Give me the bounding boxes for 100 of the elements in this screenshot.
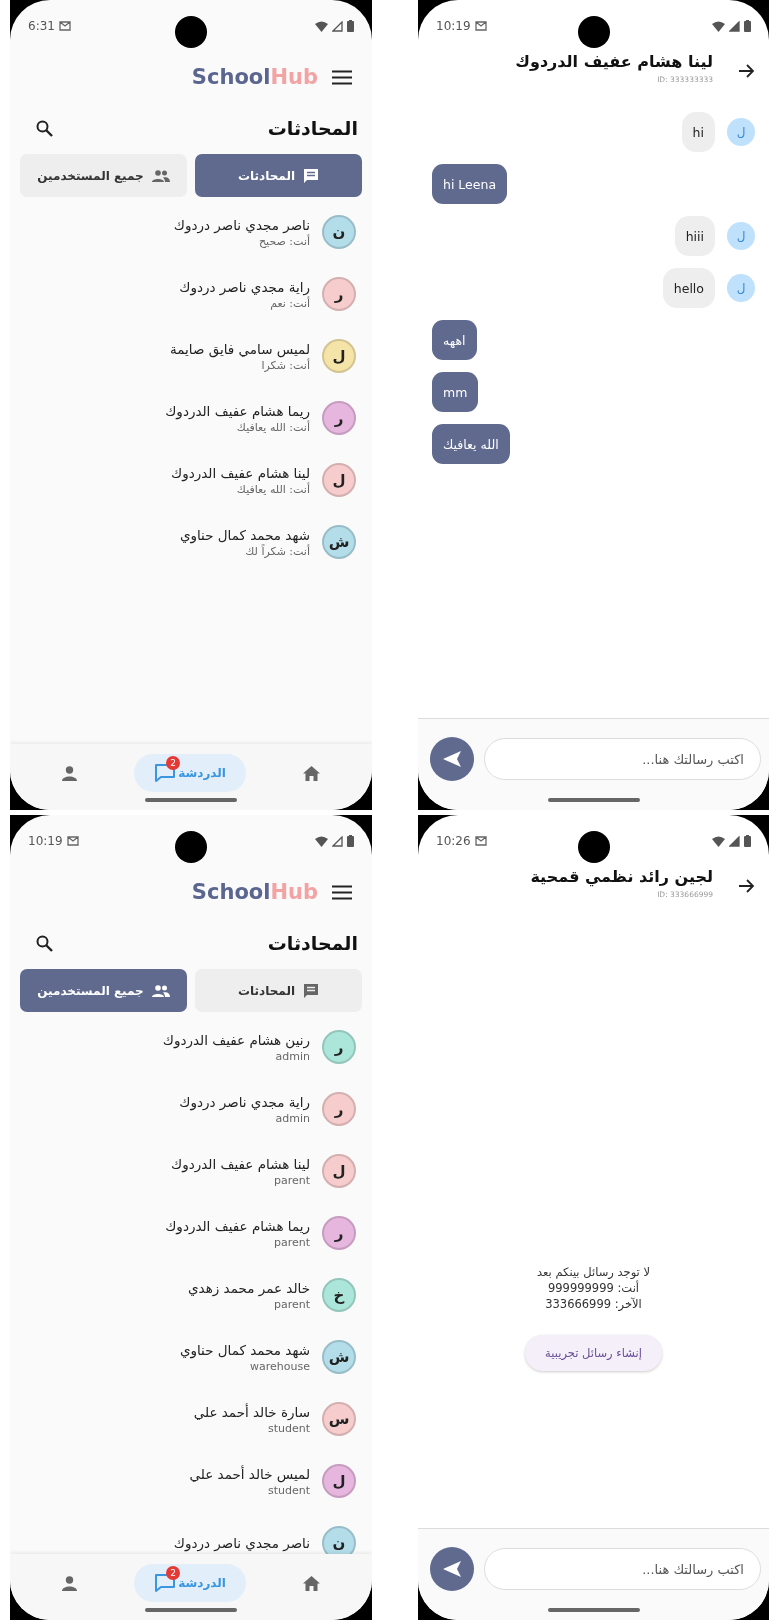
message-bubble: اههه — [432, 320, 477, 360]
menu-icon[interactable] — [332, 69, 352, 85]
back-arrow-icon[interactable] — [739, 879, 755, 893]
mail-icon — [474, 836, 487, 846]
camera-cutout — [175, 831, 207, 863]
contact-name[interactable]: سارة خالد أحمد علي — [193, 1403, 310, 1420]
people-icon — [151, 984, 170, 997]
signal-icon — [332, 20, 343, 32]
contact-subtitle: parent — [273, 1297, 310, 1311]
status-time: 10:19 — [28, 834, 63, 848]
contact-name[interactable]: لميس سامي فايق صايمة — [170, 340, 310, 357]
message-bubble: الله يعافيك — [432, 424, 510, 464]
message-input[interactable]: اكتب رسالتك هنا... — [484, 1548, 761, 1590]
people-icon — [151, 169, 170, 182]
person-icon — [62, 1575, 77, 1591]
mail-icon — [66, 836, 79, 846]
signal-icon — [729, 835, 740, 847]
message-bubble: hi Leena — [432, 164, 508, 204]
empty-state-text: لا توجد رسائل بينكم بعد — [537, 1265, 650, 1279]
message-input[interactable]: اكتب رسالتك هنا... — [484, 738, 761, 780]
contact-name[interactable]: رنين هشام عفيف الدردوك — [162, 1031, 310, 1048]
avatar-initial: س — [322, 1402, 356, 1436]
contact-subtitle: parent — [273, 1235, 310, 1249]
contact-subtitle: student — [267, 1483, 310, 1497]
contact-name[interactable]: لينا هشام عفيف الدردوك — [171, 1155, 310, 1172]
message-icon — [303, 982, 319, 999]
send-button[interactable] — [430, 737, 474, 781]
contact-name: لينا هشام عفيف الدردوك — [515, 52, 713, 71]
contact-subtitle: student — [267, 1421, 310, 1435]
contact-name[interactable]: راية مجدي ناصر دردوك — [179, 278, 310, 295]
contact-subtitle: admin — [275, 1111, 310, 1125]
avatar-initial: ل — [322, 339, 356, 373]
page-title: المحادثات — [267, 117, 358, 139]
avatar-initial: ر — [322, 401, 356, 435]
avatar-initial: ن — [322, 215, 356, 249]
message-bubble: mm — [432, 372, 479, 412]
menu-icon[interactable] — [332, 884, 352, 900]
signal-icon — [332, 835, 343, 847]
message-icon — [303, 167, 319, 184]
home-icon — [303, 765, 320, 781]
status-time: 10:19 — [436, 19, 471, 33]
contact-name[interactable]: راية مجدي ناصر دردوك — [179, 1093, 310, 1110]
contact-name[interactable]: خالد عمر محمد زهدي — [188, 1279, 310, 1296]
contact-subtitle: أنت: شكرا — [261, 358, 310, 372]
status-time: 10:26 — [436, 834, 471, 848]
contact-subtitle: أنت: الله يعافيك — [236, 482, 310, 496]
contact-name[interactable]: شهد محمد كمال حناوي — [179, 1341, 310, 1358]
contact-name[interactable]: شهد محمد كمال حناوي — [179, 526, 310, 543]
battery-icon — [347, 835, 354, 847]
contact-name[interactable]: ريما هشام عفيف الدردوك — [165, 1217, 310, 1234]
avatar-initial: ل — [322, 1464, 356, 1498]
contact-name[interactable]: ريما هشام عفيف الدردوك — [165, 402, 310, 419]
avatar-initial: ر — [322, 1092, 356, 1126]
battery-icon — [744, 835, 751, 847]
tab[interactable]: المحادثات — [195, 154, 362, 197]
contact-subtitle: parent — [273, 1173, 310, 1187]
avatar-initial: ن — [322, 1526, 356, 1554]
mail-icon — [474, 21, 487, 31]
battery-icon — [347, 20, 354, 32]
tab[interactable]: جميع المستخدمين — [20, 969, 187, 1012]
avatar-initial: خ — [322, 1278, 356, 1312]
avatar-initial: ر — [322, 277, 356, 311]
page-title: المحادثات — [267, 932, 358, 954]
contact-name[interactable]: ناصر مجدي ناصر دردوك — [173, 1535, 310, 1551]
wifi-icon — [712, 20, 725, 32]
wifi-icon — [712, 835, 725, 847]
tab[interactable]: جميع المستخدمين — [20, 154, 187, 197]
message-bubble: hello — [662, 268, 715, 308]
empty-state-text: الآخر: 333666999 — [545, 1297, 642, 1311]
avatar-initial: ر — [322, 1216, 356, 1250]
contact-subtitle: warehouse — [250, 1359, 310, 1373]
avatar-initial: ل — [727, 274, 755, 302]
avatar-initial: ل — [727, 118, 755, 146]
contact-subtitle: أنت: الله يعافيك — [236, 420, 310, 434]
camera-cutout — [175, 16, 207, 48]
avatar-initial: ش — [322, 525, 356, 559]
search-icon[interactable] — [36, 934, 53, 952]
app-logo: SchoolHub — [191, 65, 318, 89]
contact-subtitle: admin — [275, 1049, 310, 1063]
contact-name[interactable]: لميس خالد أحمد علي — [189, 1465, 310, 1482]
contact-name: لجين رائد نظمي قمحية — [530, 867, 713, 886]
person-icon — [62, 765, 77, 781]
search-icon[interactable] — [36, 119, 53, 137]
unread-badge: 2 — [166, 756, 181, 770]
wifi-icon — [315, 20, 328, 32]
send-button[interactable] — [430, 1547, 474, 1591]
app-logo: SchoolHub — [191, 880, 318, 904]
avatar-initial: ل — [322, 463, 356, 497]
back-arrow-icon[interactable] — [739, 64, 755, 78]
avatar-initial: ش — [322, 1340, 356, 1374]
contact-subtitle: أنت: شكراً لك — [245, 544, 310, 558]
contact-name[interactable]: لينا هشام عفيف الدردوك — [171, 464, 310, 481]
status-time: 6:31 — [28, 19, 55, 33]
empty-state-text: أنت: 999999999 — [547, 1281, 640, 1295]
message-bubble: hi — [681, 112, 715, 152]
contact-subtitle: أنت: نعم — [270, 296, 310, 310]
tab[interactable]: المحادثات — [195, 969, 362, 1012]
camera-cutout — [577, 831, 610, 863]
create-sample-messages-button[interactable]: إنشاء رسائل تجريبية — [525, 1335, 662, 1371]
contact-name[interactable]: ناصر مجدي ناصر دردوك — [173, 216, 310, 233]
